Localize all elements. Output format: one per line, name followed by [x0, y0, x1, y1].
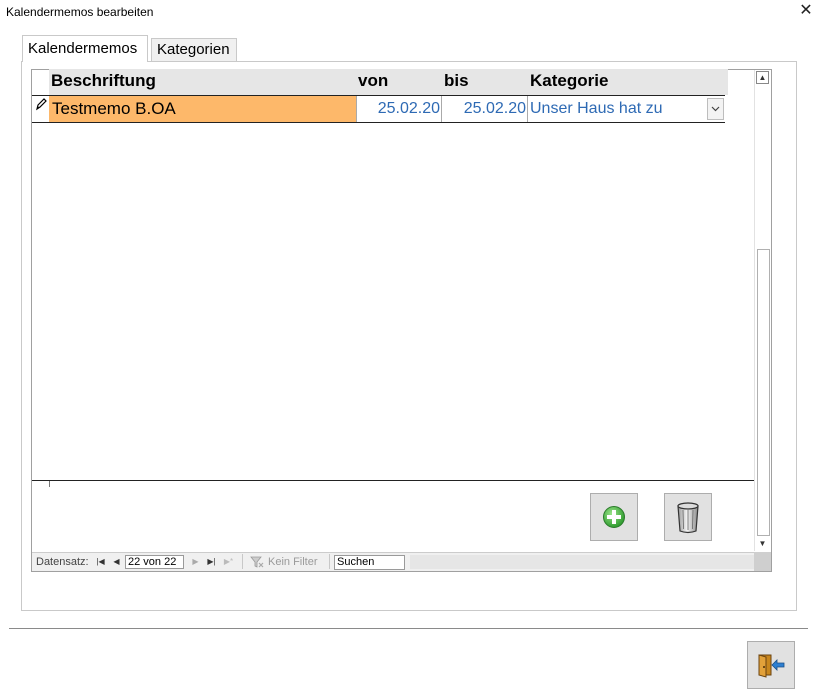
cell-bis[interactable]: 25.02.20	[442, 96, 528, 122]
delete-memo-button[interactable]	[664, 493, 712, 541]
pencil-icon	[36, 98, 47, 111]
memo-subform	[31, 69, 772, 572]
chevron-down-icon	[711, 106, 720, 112]
window-title: Kalendermemos bearbeiten	[6, 5, 154, 19]
scroll-up-button[interactable]: ▲	[756, 71, 769, 84]
footer-divider	[32, 480, 754, 481]
filter-status[interactable]: Kein Filter	[268, 554, 318, 570]
add-memo-button[interactable]	[590, 493, 638, 541]
new-record-button[interactable]: ▶*	[223, 555, 234, 568]
footer-marker	[49, 481, 50, 487]
tab-kategorien[interactable]: Kategorien	[151, 38, 237, 61]
nav-separator	[329, 554, 330, 569]
exit-door-icon	[758, 654, 785, 678]
close-form-button[interactable]	[747, 641, 795, 689]
first-record-button[interactable]: |◀	[95, 555, 106, 568]
scroll-down-button[interactable]: ▼	[756, 537, 769, 550]
column-header-von: von	[355, 69, 444, 95]
form-divider	[9, 628, 808, 629]
cell-von[interactable]: 25.02.20	[357, 96, 442, 122]
kategorie-dropdown-button[interactable]	[707, 98, 724, 120]
horizontal-scrollbar[interactable]	[410, 555, 754, 569]
row-bottom-border	[32, 122, 725, 123]
trash-icon	[677, 502, 699, 534]
previous-record-button[interactable]: ◀	[111, 555, 122, 568]
cell-beschriftung[interactable]: Testmemo B.OA	[49, 96, 357, 122]
column-header-bis: bis	[441, 69, 530, 95]
record-number-field[interactable]: 22 von 22	[125, 555, 184, 569]
search-input[interactable]: Suchen	[334, 555, 405, 570]
next-record-button[interactable]: ▶	[190, 555, 201, 568]
record-label: Datensatz:	[36, 556, 89, 568]
filter-icon	[250, 556, 264, 568]
add-icon	[603, 506, 625, 528]
tab-kalendermemos[interactable]: Kalendermemos	[22, 35, 148, 62]
nav-separator	[242, 554, 243, 569]
last-record-button[interactable]: ▶|	[206, 555, 217, 568]
column-header-beschriftung: Beschriftung	[49, 69, 357, 95]
scroll-thumb[interactable]	[757, 249, 770, 536]
close-button[interactable]: ✕	[797, 2, 815, 20]
column-header-kategorie: Kategorie	[527, 69, 728, 95]
scrollbar-corner	[754, 552, 771, 571]
cell-kategorie[interactable]: Unser Haus hat zu	[528, 96, 725, 122]
